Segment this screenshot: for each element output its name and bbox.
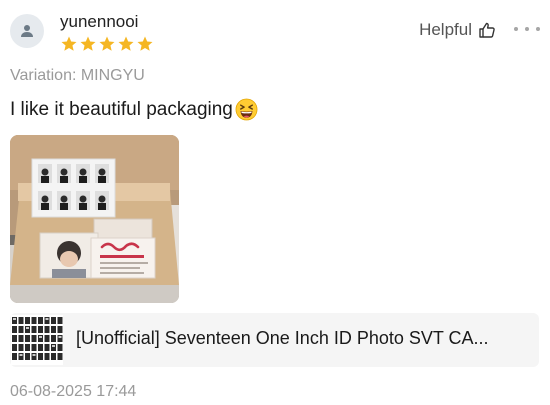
helpful-label: Helpful: [419, 20, 472, 39]
review-photo-image: [10, 135, 179, 303]
avatar[interactable]: [10, 14, 44, 48]
product-thumbnail: [11, 315, 63, 365]
product-link[interactable]: [Unofficial] Seventeen One Inch ID Photo…: [10, 313, 539, 367]
user-icon: [21, 25, 33, 37]
grinning-squinting-face-icon: [235, 98, 258, 121]
id-photo-sheet: [31, 158, 116, 218]
star-rating: [60, 35, 154, 53]
more-icon[interactable]: [514, 22, 540, 36]
helpful-button[interactable]: Helpful: [419, 20, 496, 40]
star-icon: [137, 36, 153, 51]
username[interactable]: yunennooi: [60, 12, 138, 32]
thumbs-up-icon: [479, 22, 495, 38]
star-icon: [80, 36, 96, 51]
review-text: I like it beautiful packaging: [10, 98, 233, 120]
star-icon: [118, 36, 134, 51]
variation-label: Variation: MINGYU: [10, 67, 145, 84]
review-card: yunennooi Helpful Variation: MINGYU I li…: [0, 0, 550, 405]
product-title: [Unofficial] Seventeen One Inch ID Photo…: [76, 328, 489, 348]
review-timestamp: 06-08-2025 17:44: [10, 383, 137, 400]
product-thumbnail-image: [11, 315, 63, 365]
star-icon: [61, 36, 77, 51]
review-photo[interactable]: [10, 135, 179, 303]
review-header: yunennooi Helpful: [10, 10, 540, 58]
review-text-row: I like it beautiful packaging: [10, 98, 258, 121]
star-icon: [99, 36, 115, 51]
